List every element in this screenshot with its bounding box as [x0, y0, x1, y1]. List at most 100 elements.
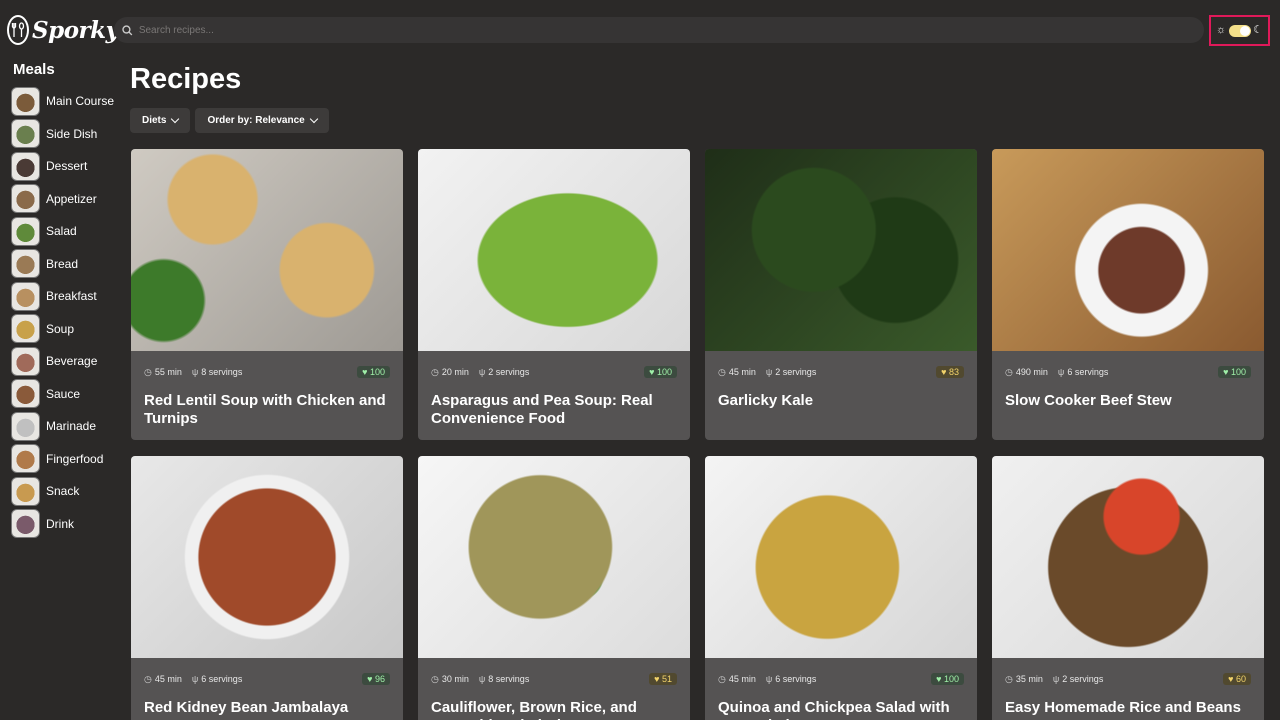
- sidebar-item-label: Fingerfood: [46, 451, 104, 466]
- recipe-title: Easy Homemade Rice and Beans: [1005, 699, 1241, 716]
- recipe-card[interactable]: ◷ 35 min ψ 2 servings ♥ 60 Easy Homemade Rice…: [992, 456, 1264, 720]
- sidebar-item-label: Sauce: [46, 386, 81, 401]
- meal-thumbnail: [11, 314, 40, 344]
- page-title: Recipes: [130, 63, 242, 95]
- recipe-card[interactable]: ◷ 45 min ψ 6 servings ♥ 96 Red Kidney Bean Ja…: [131, 456, 403, 720]
- health-score-badge: ♥ 100: [1218, 366, 1251, 378]
- recipe-card[interactable]: ◷ 30 min ψ 8 servings ♥ 51 Cauliflower, Brown…: [418, 456, 690, 720]
- main-content: Recipes Diets Order by: Relevance: [130, 58, 1270, 133]
- cutlery-icon: ψ: [191, 674, 199, 684]
- recipe-title: Red Lentil Soup with Chicken and Turnips: [144, 392, 386, 427]
- fork-spoon-icon: [7, 15, 29, 45]
- recipe-card[interactable]: ◷ 45 min ψ 6 servings ♥ 100 Quinoa and Chickp…: [705, 456, 977, 720]
- recipe-servings: 8 servings: [488, 674, 530, 684]
- sidebar-item-label: Drink: [46, 516, 75, 531]
- recipe-image: [131, 149, 403, 351]
- search-input[interactable]: [138, 24, 1204, 36]
- heart-icon: ♥: [1228, 674, 1234, 684]
- heart-icon: ♥: [654, 674, 660, 684]
- recipe-title: Red Kidney Bean Jambalaya: [144, 699, 349, 716]
- chevron-down-icon: [171, 114, 180, 123]
- sidebar-item-label: Breakfast: [46, 289, 97, 304]
- sidebar-item-snack[interactable]: Snack: [0, 475, 120, 508]
- sidebar-item-bread[interactable]: Bread: [0, 248, 120, 281]
- cutlery-icon: ψ: [478, 674, 486, 684]
- theme-switch[interactable]: ☼ ☾: [1209, 15, 1270, 46]
- meal-thumbnail: [11, 444, 40, 474]
- meal-thumbnail: [11, 184, 40, 214]
- sidebar-item-side-dish[interactable]: Side Dish: [0, 118, 120, 151]
- sidebar-item-breakfast[interactable]: Breakfast: [0, 280, 120, 313]
- recipe-servings: 2 servings: [1062, 674, 1104, 684]
- theme-toggle[interactable]: [1228, 24, 1251, 37]
- recipe-servings: 2 servings: [775, 367, 817, 377]
- meal-thumbnail: [11, 249, 40, 279]
- sidebar-item-beverage[interactable]: Beverage: [0, 345, 120, 378]
- meal-thumbnail: [11, 151, 40, 181]
- health-score-badge: ♥ 51: [649, 673, 677, 685]
- cutlery-icon: ψ: [765, 367, 773, 377]
- meal-thumbnail: [11, 281, 40, 311]
- sidebar-item-salad[interactable]: Salad: [0, 215, 120, 248]
- recipe-servings: 6 servings: [1067, 367, 1109, 377]
- clock-icon: ◷: [144, 366, 152, 377]
- clock-icon: ◷: [718, 366, 726, 377]
- heart-icon: ♥: [941, 367, 947, 377]
- diets-filter-button[interactable]: Diets: [130, 108, 191, 133]
- chevron-down-icon: [309, 114, 318, 123]
- recipe-image: [992, 149, 1264, 351]
- order-by-button[interactable]: Order by: Relevance: [195, 108, 329, 133]
- sidebar-item-main-course[interactable]: Main Course: [0, 85, 120, 118]
- clock-icon: ◷: [431, 673, 439, 684]
- app-logo[interactable]: Sporky: [7, 12, 119, 48]
- health-score: 100: [1230, 367, 1246, 377]
- recipe-servings: 2 servings: [488, 367, 530, 377]
- recipe-image: [131, 456, 403, 658]
- recipe-time: 30 min: [441, 674, 469, 684]
- recipe-servings: 8 servings: [201, 367, 243, 377]
- sidebar-item-label: Side Dish: [46, 126, 98, 141]
- health-score-badge: ♥ 60: [1223, 673, 1251, 685]
- health-score: 51: [661, 674, 672, 684]
- sidebar-item-label: Dessert: [46, 159, 88, 174]
- health-score-badge: ♥ 83: [936, 366, 964, 378]
- sidebar-item-dessert[interactable]: Dessert: [0, 150, 120, 183]
- recipe-image: [418, 149, 690, 351]
- search-icon: [122, 24, 133, 35]
- meal-thumbnail: [11, 509, 40, 539]
- recipe-time: 20 min: [441, 367, 469, 377]
- heart-icon: ♥: [1223, 367, 1229, 377]
- meal-thumbnail: [11, 86, 40, 116]
- heart-icon: ♥: [649, 367, 655, 377]
- sidebar-item-appetizer[interactable]: Appetizer: [0, 183, 120, 216]
- recipe-grid: ◷ 55 min ψ 8 servings ♥ 100 Red Lentil Soup w…: [131, 149, 1264, 720]
- recipe-servings: 6 servings: [775, 674, 817, 684]
- sidebar-title: Meals: [13, 61, 55, 78]
- meal-thumbnail: [11, 411, 40, 441]
- sidebar-item-drink[interactable]: Drink: [0, 508, 120, 541]
- meal-thumbnail: [11, 476, 40, 506]
- sidebar-item-marinade[interactable]: Marinade: [0, 410, 120, 443]
- recipe-time: 490 min: [1015, 367, 1048, 377]
- health-score-badge: ♥ 100: [931, 673, 964, 685]
- health-score: 96: [374, 674, 385, 684]
- sidebar-item-label: Beverage: [46, 354, 98, 369]
- clock-icon: ◷: [1005, 673, 1013, 684]
- sidebar-item-sauce[interactable]: Sauce: [0, 378, 120, 411]
- sidebar-item-soup[interactable]: Soup: [0, 313, 120, 346]
- clock-icon: ◷: [144, 673, 152, 684]
- recipe-image: [418, 456, 690, 658]
- sidebar-item-fingerfood[interactable]: Fingerfood: [0, 443, 120, 476]
- recipe-card[interactable]: ◷ 20 min ψ 2 servings ♥ 100 Asparagus and Pea…: [418, 149, 690, 440]
- recipe-time: 45 min: [728, 674, 756, 684]
- sidebar-item-label: Snack: [46, 484, 80, 499]
- recipe-card[interactable]: ◷ 490 min ψ 6 servings ♥ 100 Slow Cooker Beef…: [992, 149, 1264, 440]
- recipe-card[interactable]: ◷ 55 min ψ 8 servings ♥ 100 Red Lentil Soup w…: [131, 149, 403, 440]
- recipe-card[interactable]: ◷ 45 min ψ 2 servings ♥ 83 Garlicky Kale: [705, 149, 977, 440]
- search-bar[interactable]: [114, 17, 1204, 43]
- health-score-badge: ♥ 100: [644, 366, 677, 378]
- heart-icon: ♥: [362, 367, 368, 377]
- health-score: 83: [948, 367, 959, 377]
- sidebar-item-label: Bread: [46, 256, 79, 271]
- health-score: 100: [656, 367, 672, 377]
